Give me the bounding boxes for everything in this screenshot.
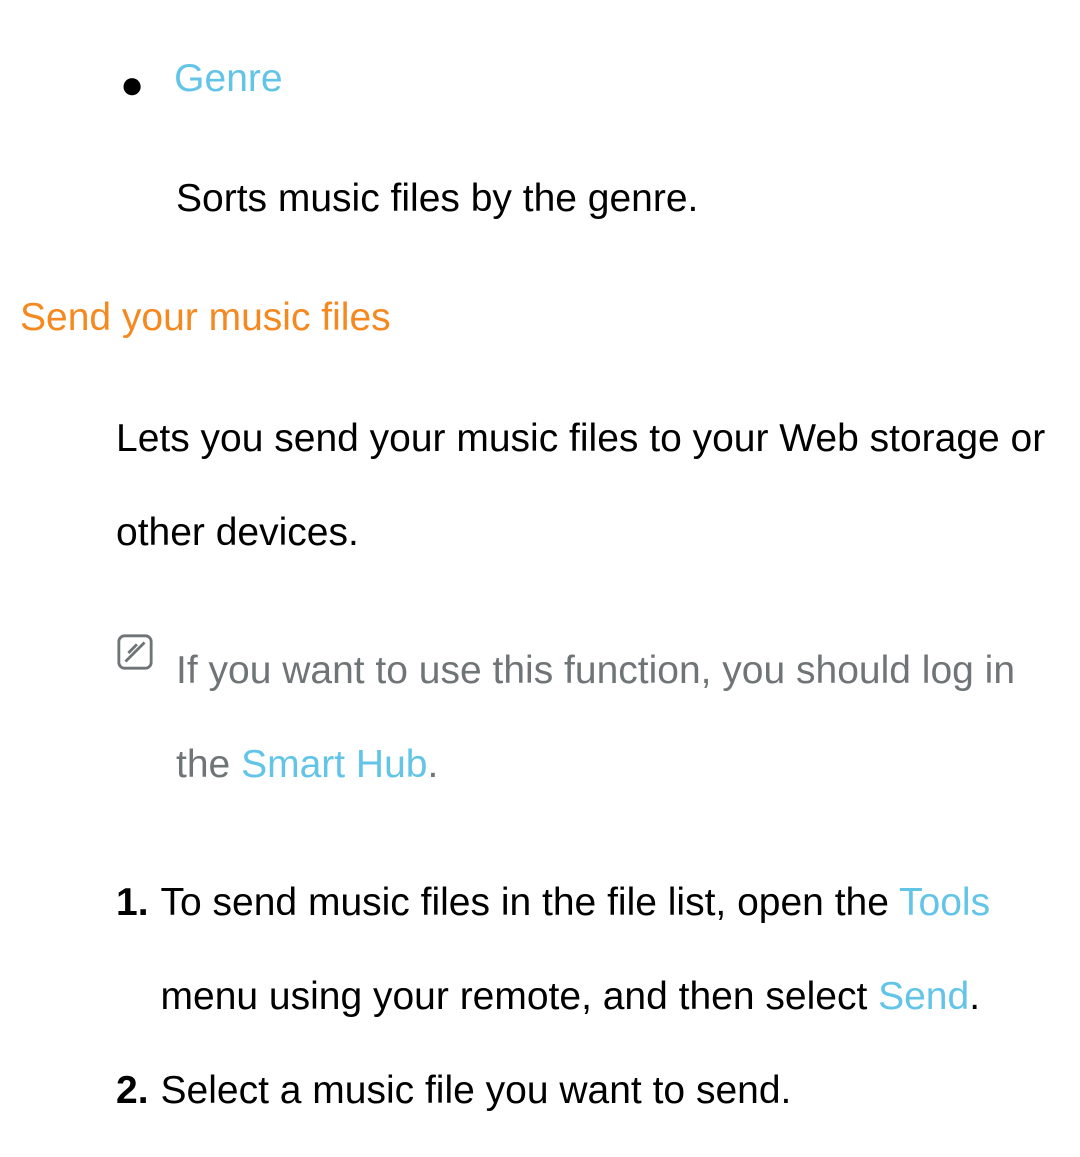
step-link-tools: Tools — [899, 881, 990, 924]
note-part2: . — [427, 743, 438, 786]
intro-paragraph: Lets you send your music files to your W… — [116, 392, 1060, 579]
steps-list: 1. To send music files in the file list,… — [116, 856, 1060, 1137]
content-block: Lets you send your music files to your W… — [116, 392, 1060, 1137]
bullet-description: Sorts music files by the genre. — [176, 170, 1060, 229]
step-number: 2. — [116, 1044, 149, 1138]
step-item: 2. Select a music file you want to send. — [116, 1044, 1060, 1138]
bullet-section: ● Genre Sorts music files by the genre. — [120, 50, 1060, 229]
step-link-send: Send — [878, 975, 969, 1018]
step-text: . — [969, 975, 980, 1018]
section-heading: Send your music files — [20, 289, 1060, 348]
note-block: If you want to use this function, you sh… — [116, 624, 1060, 811]
step-body: Select a music file you want to send. — [161, 1044, 1060, 1138]
bullet-row: ● Genre — [120, 50, 1060, 115]
note-text: If you want to use this function, you sh… — [176, 624, 1060, 811]
bullet-dot-icon: ● — [120, 55, 144, 115]
note-icon — [116, 630, 154, 689]
step-body: To send music files in the file list, op… — [161, 856, 1060, 1043]
step-item: 1. To send music files in the file list,… — [116, 856, 1060, 1043]
step-number: 1. — [116, 856, 149, 950]
step-text: Select a music file you want to send. — [161, 1069, 792, 1112]
step-text: menu using your remote, and then select — [161, 975, 879, 1018]
note-link-smart-hub: Smart Hub — [241, 743, 427, 786]
bullet-title: Genre — [174, 50, 282, 109]
step-text: To send music files in the file list, op… — [161, 881, 900, 924]
